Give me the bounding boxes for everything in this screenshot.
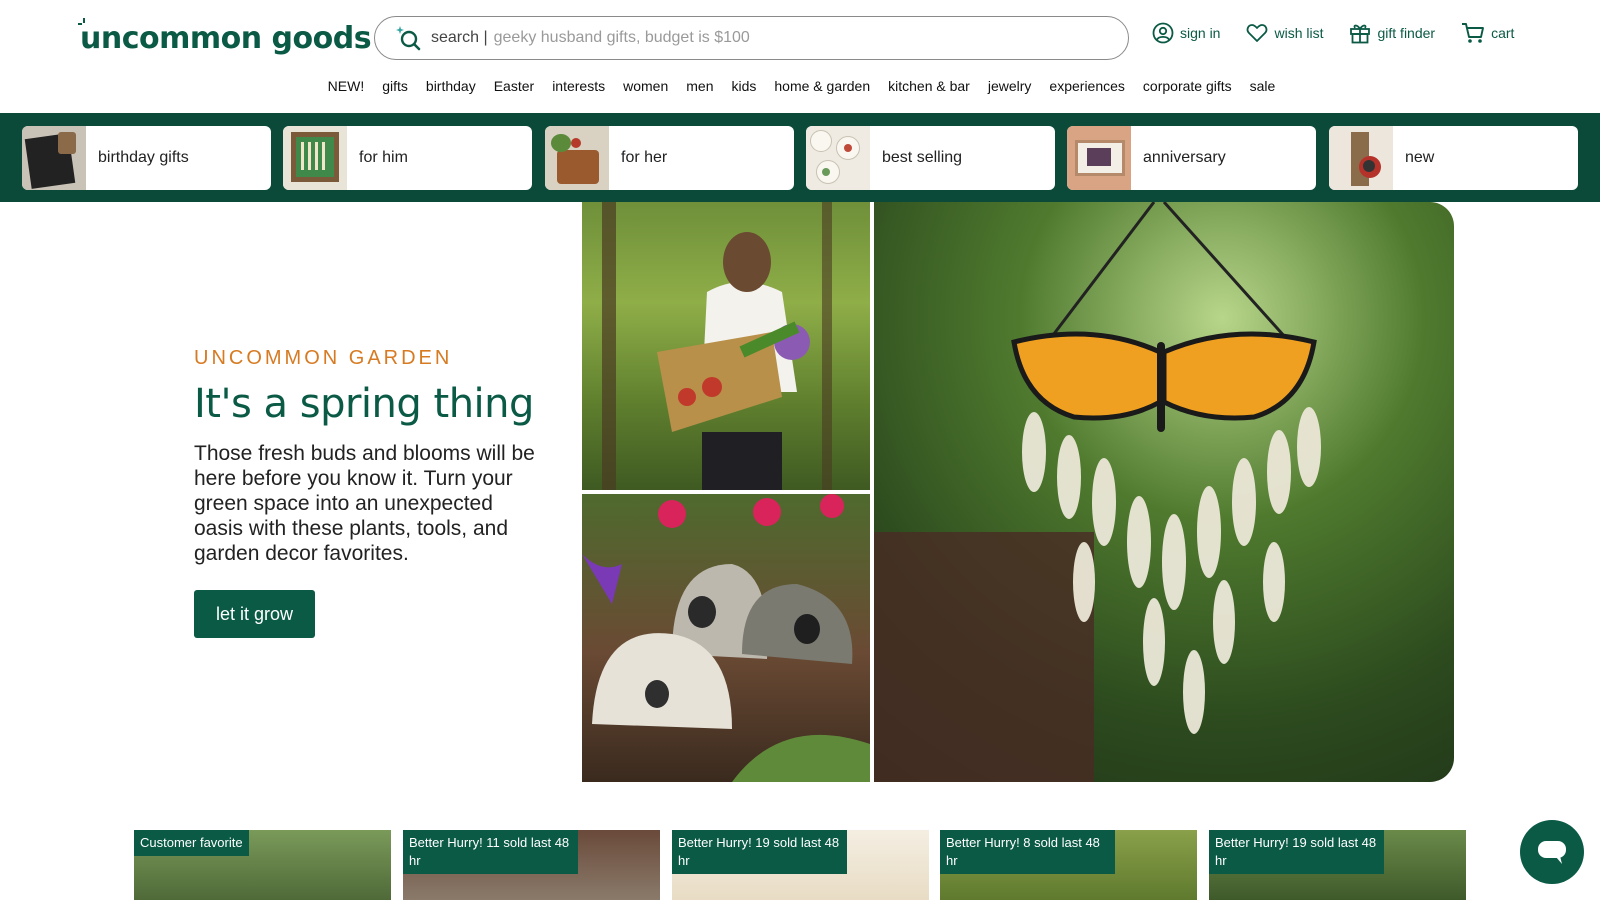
product-card[interactable]: Better Hurry! 19 sold last 48 hr — [672, 830, 929, 900]
quick-link-for-him[interactable]: for him — [283, 126, 532, 190]
chat-bubble-icon — [1538, 841, 1566, 864]
birthday-gifts-thumbnail — [22, 126, 86, 190]
product-card[interactable]: Better Hurry! 8 sold last 48 hr — [940, 830, 1197, 900]
nav-easter[interactable]: Easter — [494, 78, 534, 94]
basket-scene-illustration — [602, 202, 832, 490]
butterfly-chime-illustration — [874, 202, 1321, 782]
product-badge: Better Hurry! 19 sold last 48 hr — [1209, 830, 1384, 874]
site-header: uncommon goods search | sign in wish lis… — [0, 0, 1600, 113]
heart-icon — [1247, 24, 1268, 42]
product-card[interactable]: Better Hurry! 19 sold last 48 hr — [1209, 830, 1466, 900]
gift-finder-label: gift finder — [1377, 25, 1436, 41]
search-input[interactable] — [493, 29, 1054, 47]
search-prefix: search | — [431, 29, 488, 46]
let-it-grow-button[interactable]: let it grow — [194, 590, 315, 638]
nav-kids[interactable]: kids — [731, 78, 756, 94]
anniversary-thumbnail — [1067, 126, 1131, 190]
cart-label: cart — [1491, 25, 1515, 41]
product-card[interactable]: Customer favorite — [134, 830, 391, 900]
sparkle-search-icon — [396, 26, 421, 51]
quick-link-label: anniversary — [1143, 149, 1226, 166]
nav-men[interactable]: men — [686, 78, 713, 94]
quick-link-birthday-gifts[interactable]: birthday gifts — [22, 126, 271, 190]
nav-new[interactable]: NEW! — [328, 78, 365, 94]
nav-corporate-gifts[interactable]: corporate gifts — [1143, 78, 1232, 94]
quick-links-band: birthday gifts for him for her best sell… — [0, 113, 1600, 202]
nav-sale[interactable]: sale — [1250, 78, 1276, 94]
site-logo[interactable]: uncommon goods — [78, 16, 372, 60]
for-him-thumbnail — [283, 126, 347, 190]
cart-link[interactable]: cart — [1461, 22, 1514, 44]
chat-button[interactable] — [1520, 820, 1584, 884]
new-thumbnail — [1329, 126, 1393, 190]
nav-experiences[interactable]: experiences — [1049, 78, 1125, 94]
hero-eyebrow: UNCOMMON GARDEN — [194, 347, 453, 369]
hero-image-rock-lights[interactable] — [582, 494, 870, 782]
sign-in-label: sign in — [1180, 25, 1221, 41]
best-selling-thumbnail — [806, 126, 870, 190]
search-bar[interactable]: search | — [374, 16, 1129, 60]
nav-birthday[interactable]: birthday — [426, 78, 476, 94]
logo-text: uncommon goods — [80, 20, 372, 56]
quick-link-label: new — [1405, 149, 1435, 166]
nav-gifts[interactable]: gifts — [382, 78, 408, 94]
logo-spark-icon — [78, 18, 85, 25]
nav-home-garden[interactable]: home & garden — [774, 78, 870, 94]
nav-jewelry[interactable]: jewelry — [988, 78, 1032, 94]
product-badge: Better Hurry! 19 sold last 48 hr — [672, 830, 847, 874]
nav-women[interactable]: women — [623, 78, 668, 94]
product-card[interactable]: Better Hurry! 11 sold last 48 hr — [403, 830, 660, 900]
gift-icon — [1350, 24, 1371, 44]
hero-title: It's a spring thing — [194, 381, 534, 427]
nav-kitchen-bar[interactable]: kitchen & bar — [888, 78, 970, 94]
hero-image-butterfly-chime[interactable] — [874, 202, 1454, 782]
quick-link-label: for her — [621, 149, 668, 166]
user-circle-icon — [1152, 22, 1174, 44]
category-nav: NEW! gifts birthday Easter interests wom… — [0, 78, 1600, 94]
quick-link-label: best selling — [882, 149, 963, 166]
nav-interests[interactable]: interests — [552, 78, 605, 94]
quick-link-for-her[interactable]: for her — [545, 126, 794, 190]
rock-lights-illustration — [582, 494, 870, 782]
product-badge: Better Hurry! 8 sold last 48 hr — [940, 830, 1115, 874]
wish-list-link[interactable]: wish list — [1246, 23, 1323, 43]
cart-icon — [1462, 23, 1485, 43]
wish-list-label: wish list — [1274, 25, 1324, 41]
product-badge: Customer favorite — [134, 830, 249, 856]
gift-finder-link[interactable]: gift finder — [1349, 22, 1435, 44]
product-badge: Better Hurry! 11 sold last 48 hr — [403, 830, 578, 874]
quick-link-anniversary[interactable]: anniversary — [1067, 126, 1316, 190]
quick-link-label: birthday gifts — [98, 149, 189, 166]
hero-image-basket[interactable] — [582, 202, 870, 490]
quick-link-new[interactable]: new — [1329, 126, 1578, 190]
hero-body: Those fresh buds and blooms will be here… — [194, 442, 535, 565]
utility-nav: sign in wish list gift finder cart — [1152, 22, 1540, 44]
sign-in-link[interactable]: sign in — [1152, 22, 1220, 44]
quick-link-label: for him — [359, 149, 408, 166]
for-her-thumbnail — [545, 126, 609, 190]
quick-link-best-selling[interactable]: best selling — [806, 126, 1055, 190]
